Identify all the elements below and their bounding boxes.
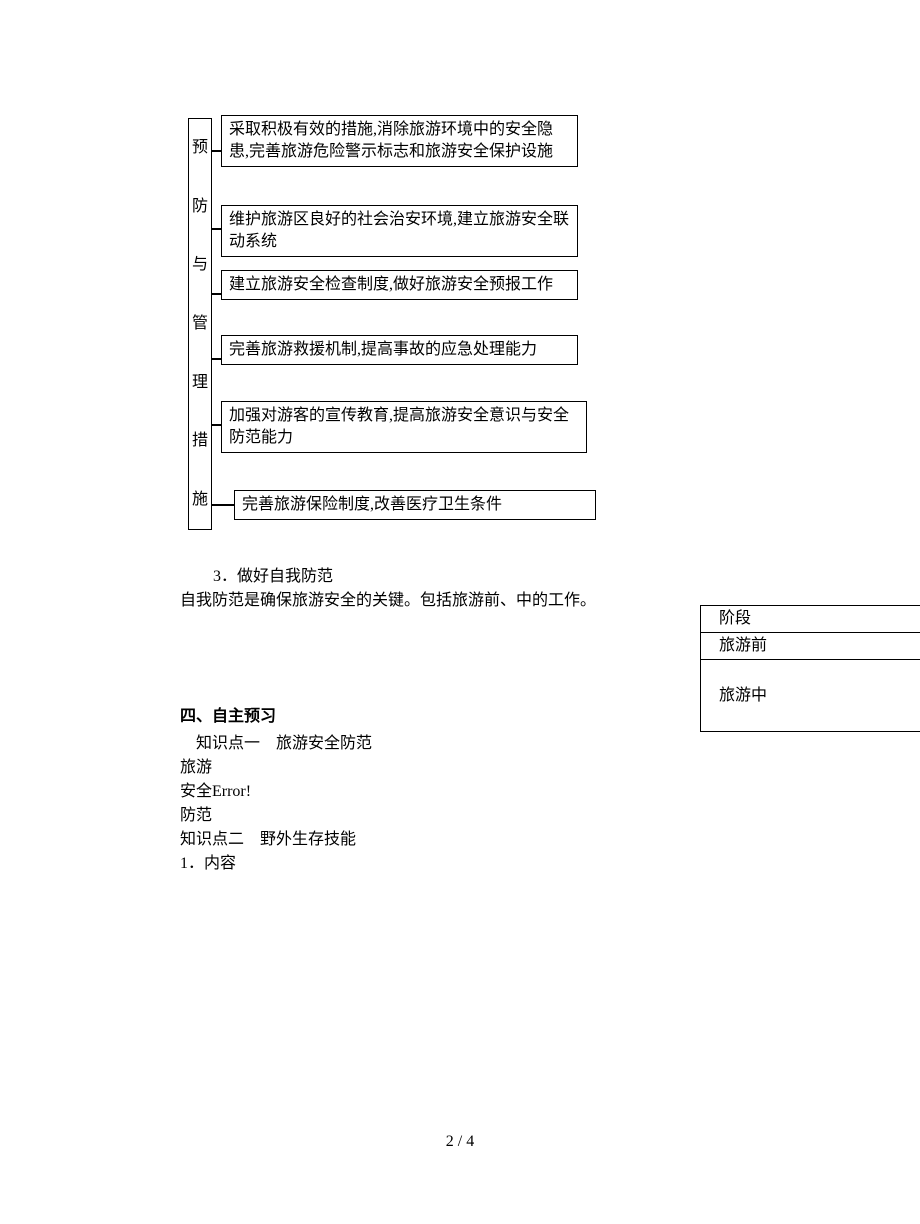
table-row: 旅游中 (701, 660, 920, 732)
page-number: 2 / 4 (0, 1130, 920, 1154)
connector-line (211, 293, 221, 295)
diagram-box: 完善旅游救援机制,提高事故的应急处理能力 (221, 335, 578, 365)
knowledge-point-1-title: 知识点一 旅游安全防范 (180, 732, 880, 756)
diagram-box: 完善旅游保险制度,改善医疗卫生条件 (234, 490, 596, 520)
kp2-item-1: 1．内容 (180, 852, 880, 876)
connector-line (211, 504, 234, 506)
table-row: 旅游前 (701, 633, 920, 660)
table-row: 阶段 (701, 606, 920, 633)
table-cell: 旅游中 (701, 660, 920, 732)
kp1-line: 安全Error! (180, 780, 880, 804)
page-content: 预 防 与 管 理 措 施 采取积极有效的措施,消除旅游环境中的安全隐患,完善旅… (0, 0, 920, 916)
connector-line (211, 424, 221, 426)
prevention-management-diagram: 预 防 与 管 理 措 施 采取积极有效的措施,消除旅游环境中的安全隐患,完善旅… (180, 115, 880, 547)
kp1-line: 防范 (180, 804, 880, 828)
diagram-left-label: 预 防 与 管 理 措 施 (188, 118, 212, 530)
diagram-box: 采取积极有效的措施,消除旅游环境中的安全隐患,完善旅游危险警示标志和旅游安全保护… (221, 115, 578, 167)
paragraph-3-title: 3．做好自我防范 (213, 565, 880, 589)
knowledge-point-2-title: 知识点二 野外生存技能 (180, 828, 880, 852)
diagram-box: 建立旅游安全检查制度,做好旅游安全预报工作 (221, 270, 578, 300)
label-char: 施 (192, 488, 208, 512)
connector-line (211, 358, 221, 360)
label-char: 理 (192, 371, 208, 395)
label-char: 管 (192, 312, 208, 336)
label-char: 与 (192, 253, 208, 277)
kp1-lines: 旅游 安全Error! 防范 (180, 756, 880, 828)
diagram-box: 维护旅游区良好的社会治安环境,建立旅游安全联动系统 (221, 205, 578, 257)
table-cell: 旅游前 (701, 633, 920, 660)
connector-line (211, 150, 221, 152)
stage-table: 阶段 旅游前 旅游中 (700, 605, 920, 732)
label-char: 防 (192, 195, 208, 219)
kp1-line: 旅游 (180, 756, 880, 780)
label-char: 预 (192, 136, 208, 160)
label-char: 措 (192, 429, 208, 453)
connector-line (211, 228, 221, 230)
table-cell: 阶段 (701, 606, 920, 633)
diagram-box: 加强对游客的宣传教育,提高旅游安全意识与安全防范能力 (221, 401, 587, 453)
